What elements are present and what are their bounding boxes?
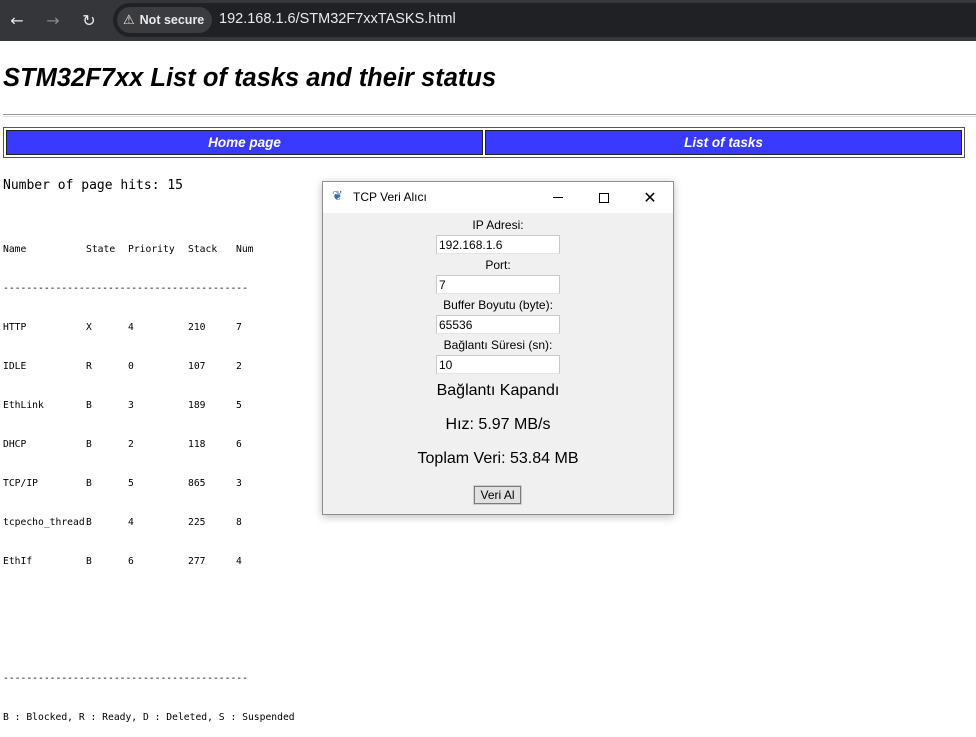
task-priority: 6 [128, 556, 134, 567]
task-num: 2 [236, 361, 242, 372]
duration-field[interactable]: 10 [436, 355, 560, 374]
header-priority: Priority [128, 244, 175, 255]
task-name: IDLE [3, 361, 27, 372]
task-num: 8 [236, 517, 242, 528]
task-name: EthIf [3, 556, 33, 567]
table-row: EthIf B 6 277 4 [3, 555, 295, 568]
task-table: Name State Priority Stack Num --------------… [3, 217, 295, 737]
buffer-field[interactable]: 65536 [436, 315, 560, 334]
task-stack: 210 [188, 322, 206, 333]
task-stack: 865 [188, 478, 206, 489]
table-row: IDLE R 0 107 2 [3, 360, 295, 373]
task-state: X [86, 322, 92, 333]
minimize-icon [553, 197, 563, 198]
task-state: B [86, 517, 92, 528]
task-num: 6 [236, 439, 242, 450]
state-legend: B : Blocked, R : Ready, D : Deleted, S :… [3, 712, 295, 723]
task-priority: 5 [128, 478, 134, 489]
task-stack: 118 [188, 439, 206, 450]
task-name: HTTP [3, 322, 27, 333]
task-state: R [86, 361, 92, 372]
ip-field[interactable]: 192.168.1.6 [436, 235, 560, 254]
buffer-label: Buffer Boyutu (byte): [443, 298, 553, 312]
feather-icon: ❦ [332, 189, 343, 204]
browser-toolbar: ← → ↻ ⚠ Not secure 192.168.1.6/STM32F7xx… [0, 0, 976, 41]
task-stack: 189 [188, 400, 206, 411]
task-priority: 4 [128, 322, 134, 333]
connection-status: Bağlantı Kapandı [436, 382, 560, 399]
task-num: 7 [236, 322, 242, 333]
header-num: Num [236, 244, 254, 255]
header-name: Name [3, 244, 27, 255]
task-name: TCP/IP [3, 478, 38, 489]
reload-button[interactable]: ↻ [78, 9, 100, 31]
task-name: tcpecho_thread [3, 517, 85, 528]
task-stack: 107 [188, 361, 206, 372]
address-bar[interactable]: ⚠ Not secure 192.168.1.6/STM32F7xxTASKS.… [113, 3, 976, 37]
list-of-tasks-link[interactable]: List of tasks [485, 130, 962, 155]
security-chip[interactable]: ⚠ Not secure [117, 7, 213, 33]
task-num: 3 [236, 478, 242, 489]
arrow-left-icon: ← [10, 10, 24, 30]
task-state: B [86, 556, 92, 567]
task-table-header: Name State Priority Stack Num [3, 243, 295, 256]
table-separator: ----------------------------------------… [3, 283, 248, 294]
speed-text: Hız: 5.97 MB/s [445, 416, 551, 433]
table-separator: ----------------------------------------… [3, 673, 248, 684]
maximize-icon [599, 192, 609, 203]
page-hits-text: Number of page hits: 15 [3, 178, 184, 193]
task-state: B [86, 439, 92, 450]
maximize-button[interactable] [581, 182, 627, 213]
table-row: TCP/IP B 5 865 3 [3, 477, 295, 490]
task-state: B [86, 478, 92, 489]
header-state: State [86, 244, 116, 255]
receive-data-button[interactable]: Veri Al [473, 485, 522, 505]
table-row: EthLink B 3 189 5 [3, 399, 295, 412]
duration-label: Bağlantı Süresi (sn): [443, 338, 553, 352]
task-name: DHCP [3, 439, 27, 450]
close-button[interactable]: ✕ [627, 182, 673, 213]
tcp-receiver-window: ❦ TCP Veri Alıcı ✕ IP Adresi: 192.168.1.… [322, 181, 674, 515]
port-field[interactable]: 7 [436, 275, 560, 294]
home-page-link[interactable]: Home page [6, 130, 483, 155]
nav-table: Home page List of tasks [3, 127, 965, 158]
task-priority: 4 [128, 517, 134, 528]
table-row: HTTP X 4 210 7 [3, 321, 295, 334]
window-title: TCP Veri Alıcı [353, 190, 427, 204]
task-num: 5 [236, 400, 242, 411]
header-stack: Stack [188, 244, 218, 255]
forward-button[interactable]: → [42, 9, 64, 31]
table-row: tcpecho_threadB 4 225 8 [3, 516, 295, 529]
arrow-right-icon: → [46, 10, 60, 30]
security-label: Not secure [139, 13, 205, 27]
task-priority: 0 [128, 361, 134, 372]
table-row: DHCP B 2 118 6 [3, 438, 295, 451]
port-label: Port: [485, 258, 511, 272]
horizontal-rule [3, 114, 976, 117]
url-text[interactable]: 192.168.1.6/STM32F7xxTASKS.html [219, 11, 456, 27]
task-priority: 2 [128, 439, 134, 450]
task-num: 4 [236, 556, 242, 567]
minimize-button[interactable] [535, 182, 581, 213]
warning-triangle-icon: ⚠ [123, 12, 135, 28]
window-titlebar[interactable]: ❦ TCP Veri Alıcı ✕ [323, 182, 673, 213]
task-name: EthLink [3, 400, 44, 411]
task-stack: 225 [188, 517, 206, 528]
task-stack: 277 [188, 556, 206, 567]
page-title: STM32F7xx List of tasks and their status [3, 64, 497, 92]
ip-label: IP Adresi: [472, 218, 524, 232]
reload-icon: ↻ [82, 10, 96, 30]
back-button[interactable]: ← [6, 9, 28, 31]
close-icon: ✕ [643, 188, 657, 207]
total-data-text: Toplam Veri: 53.84 MB [417, 450, 579, 467]
task-state: B [86, 400, 92, 411]
task-priority: 3 [128, 400, 134, 411]
